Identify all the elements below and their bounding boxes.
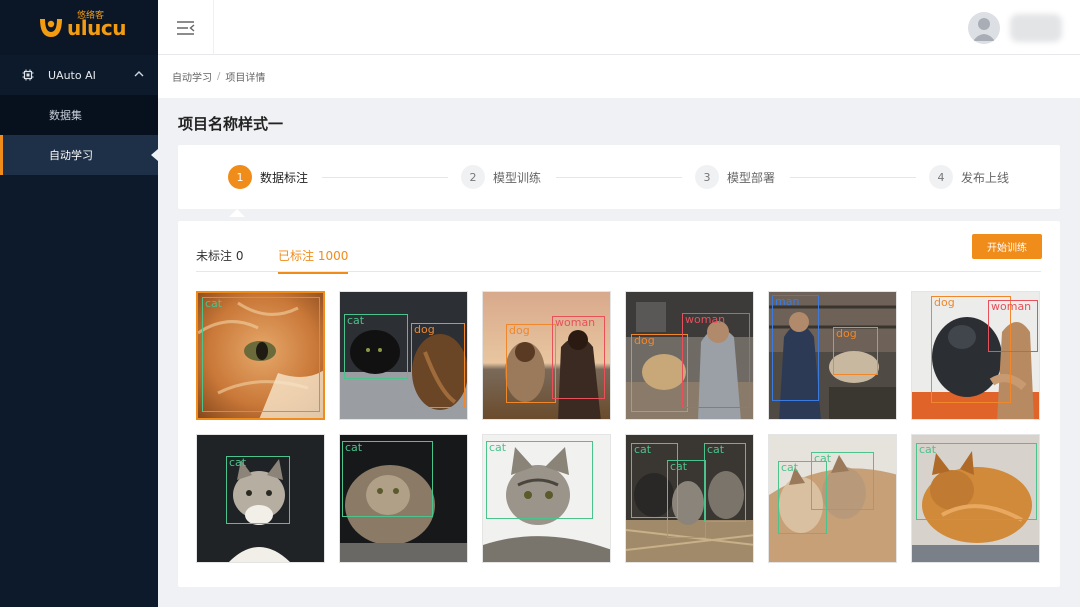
annotation-label: dog [509,324,530,337]
sidebar-item-label: 数据集 [49,109,82,122]
avatar[interactable] [968,12,1000,44]
start-training-button[interactable]: 开始训练 [972,234,1042,259]
step-model-training[interactable]: 2 模型训练 [461,165,541,189]
annotation-label: dog [836,327,857,340]
annotation-box-cat: cat [704,443,746,522]
image-thumbnail[interactable]: cat cat [768,434,897,563]
annotation-box-cat: cat [667,460,706,538]
annotation-label: cat [707,443,725,456]
image-thumbnail[interactable]: cat [339,434,468,563]
annotation-box-cat: cat [811,452,874,510]
chevron-up-icon [134,70,144,81]
user-icon [973,18,995,41]
annotation-box-dog: dog [833,327,878,375]
brand-logo[interactable]: 悠络客 ulucu [0,0,158,55]
step-publish[interactable]: 4 发布上线 [929,165,1009,189]
active-step-pointer [229,209,245,217]
step-connector [556,177,682,178]
annotation-label: cat [345,441,363,454]
annotation-label: man [775,295,800,308]
step-data-labeling[interactable]: 1 数据标注 [228,165,308,189]
image-thumbnail[interactable]: cat dog [339,291,468,420]
annotation-label: cat [670,460,688,473]
menu-fold-icon [176,20,194,35]
annotation-label: cat [634,443,652,456]
step-model-deploy[interactable]: 3 模型部署 [695,165,775,189]
step-label: 发布上线 [961,170,1010,185]
annotation-box-woman: woman [988,300,1038,352]
annotation-box-woman: woman [682,313,750,408]
annotation-box-dog: dog [411,323,465,408]
label-tabs: 未标注 0 已标注 1000 [196,239,1041,274]
sidebar-group-label: UAuto AI [48,68,96,82]
annotation-box-cat: cat [202,297,320,412]
step-label: 模型部署 [727,170,776,185]
annotation-label: cat [205,297,223,310]
step-number: 4 [929,165,953,189]
step-connector [322,177,448,178]
breadcrumb-root[interactable]: 自动学习 [172,69,212,84]
image-thumbnail[interactable]: man dog [768,291,897,420]
sidebar-item-auto-learning[interactable]: 自动学习 [0,135,158,175]
annotation-box-woman: woman [552,316,605,399]
annotation-label: dog [934,296,955,309]
chip-icon [22,69,34,81]
annotation-box-man: man [772,295,819,401]
sidebar-item-label: 自动学习 [49,149,93,162]
step-label: 模型训练 [493,170,542,185]
brand-name: ulucu [67,15,126,40]
tab-unlabeled[interactable]: 未标注 0 [196,247,243,272]
username-blurred[interactable] [1010,14,1062,42]
menu-collapse-button[interactable] [158,0,214,55]
annotation-box-dog: dog [506,324,556,403]
annotation-box-cat: cat [344,314,408,379]
image-thumbnail[interactable]: cat [482,434,611,563]
image-thumbnail[interactable]: cat cat cat [625,434,754,563]
top-bar [158,0,1080,55]
sidebar-item-dataset[interactable]: 数据集 [0,95,158,135]
brand-sub: 悠络客 [77,10,105,21]
annotation-label: woman [685,313,726,326]
step-connector [790,177,916,178]
breadcrumb-current: 项目详情 [225,73,266,84]
annotation-label: cat [489,441,507,454]
breadcrumb: 自动学习 / 项目详情 [158,55,1080,98]
image-thumbnail[interactable]: dog woman [911,291,1040,420]
step-label: 数据标注 [260,170,309,185]
image-thumbnail[interactable]: cat [196,434,325,563]
annotation-label: woman [991,300,1032,313]
annotation-box-cat: cat [486,441,593,519]
breadcrumb-separator: / [217,71,221,82]
step-number: 2 [461,165,485,189]
annotation-label: cat [347,314,365,327]
step-number: 1 [228,165,252,189]
labeled-images-panel: 未标注 0 已标注 1000 开始训练 cat cat dog dog woma… [178,221,1060,587]
annotation-box-dog: dog [631,334,688,412]
step-number: 3 [695,165,719,189]
image-thumbnail[interactable]: dog woman [625,291,754,420]
annotation-label: woman [555,316,596,329]
image-thumbnail[interactable]: cat [911,434,1040,563]
annotation-label: dog [414,323,435,336]
logo-icon [40,18,62,37]
image-thumbnail[interactable]: dog woman [482,291,611,420]
annotation-label: cat [781,461,799,474]
annotation-label: cat [919,443,937,456]
sidebar: 悠络客 ulucu UAuto AI 数据集 自动学习 [0,0,158,607]
sidebar-group-uauto-ai[interactable]: UAuto AI [0,55,158,95]
annotation-box-cat: cat [342,441,433,517]
annotation-label: cat [814,452,832,465]
image-thumbnail[interactable]: cat [196,291,325,420]
annotation-label: dog [634,334,655,347]
page-title: 项目名称样式一 [178,115,284,133]
annotation-box-cat: cat [226,456,290,524]
progress-steps: 1 数据标注 2 模型训练 3 模型部署 4 发布上线 [178,145,1060,209]
tab-labeled[interactable]: 已标注 1000 [278,247,349,274]
annotation-label: cat [229,456,247,469]
annotation-box-cat: cat [916,443,1037,520]
